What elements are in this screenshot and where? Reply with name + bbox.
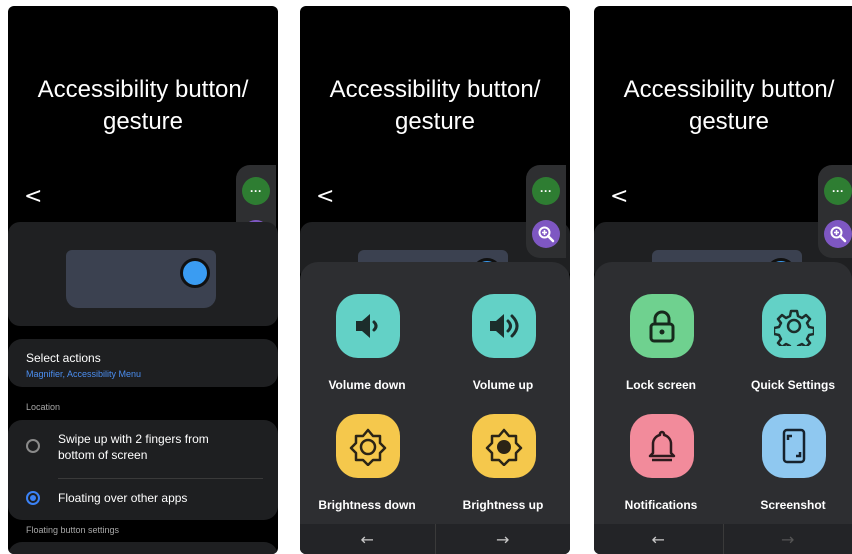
volume-up-icon xyxy=(490,314,519,338)
screenshot-icon xyxy=(782,428,806,464)
lock-icon xyxy=(649,310,675,343)
menu-item-quick-settings[interactable]: Quick Settings xyxy=(728,286,852,396)
select-actions-title: Select actions xyxy=(26,351,101,365)
floating-settings-label: Floating button settings xyxy=(26,525,120,535)
back-icon[interactable]: < xyxy=(610,184,628,209)
menu-item-screenshot[interactable]: Screenshot xyxy=(728,406,852,516)
brightness-up-icon xyxy=(485,428,523,466)
menu-item-volume-up[interactable]: Volume up xyxy=(438,286,568,396)
accessibility-menu-button[interactable]: ··· xyxy=(824,177,852,205)
location-section-label: Location xyxy=(26,402,61,412)
magnifier-icon xyxy=(830,226,847,243)
menu-item-notifications[interactable]: Notifications xyxy=(596,406,726,516)
next-page-button[interactable]: → xyxy=(722,524,852,554)
magnifier-button[interactable] xyxy=(824,220,852,248)
more-dots-icon: ··· xyxy=(832,184,844,198)
option-floating-label[interactable]: Floating over other apps xyxy=(58,490,187,506)
settings-screen: Accessibility button/ gesture < ··· Sele… xyxy=(8,6,278,554)
menu-item-volume-down[interactable]: Volume down xyxy=(302,286,432,396)
floating-button-preview xyxy=(8,222,278,326)
accessibility-menu-button[interactable]: ··· xyxy=(242,177,270,205)
menu-item-lock-screen[interactable]: Lock screen xyxy=(596,286,726,396)
accessibility-menu: Lock screen Quick Settings Notifications… xyxy=(594,262,852,554)
more-dots-icon: ··· xyxy=(540,184,552,198)
floating-accessibility-panel: ··· xyxy=(818,165,852,258)
accessibility-menu: Volume down Volume up Brightness down Br… xyxy=(300,262,570,554)
menu-pagination: ← → xyxy=(300,524,570,554)
option-swipe-label[interactable]: Swipe up with 2 fingers from bottom of s… xyxy=(58,431,238,463)
brightness-down-icon xyxy=(349,428,387,466)
select-actions-value: Magnifier, Accessibility Menu xyxy=(26,369,142,379)
page-title: Accessibility button/ gesture xyxy=(329,76,541,135)
next-page-button[interactable]: → xyxy=(434,524,571,554)
gear-icon xyxy=(774,309,814,346)
accessibility-menu-button[interactable]: ··· xyxy=(532,177,560,205)
prev-page-button[interactable]: ← xyxy=(594,524,723,554)
volume-down-icon xyxy=(356,314,378,338)
back-icon[interactable]: < xyxy=(24,184,42,209)
back-icon[interactable]: < xyxy=(316,184,334,209)
floating-accessibility-panel: ··· xyxy=(526,165,566,258)
accessibility-menu-page-1: Accessibility button/ gesture < ··· Volu… xyxy=(300,6,570,554)
preview-screen xyxy=(66,250,216,308)
divider xyxy=(58,478,263,479)
radio-swipe[interactable] xyxy=(26,439,40,453)
magnifier-button[interactable] xyxy=(532,220,560,248)
bell-icon xyxy=(648,430,676,462)
magnifier-icon xyxy=(538,226,555,243)
page-title: Accessibility button/ gesture xyxy=(37,76,249,135)
more-dots-icon: ··· xyxy=(250,184,262,198)
menu-item-brightness-down[interactable]: Brightness down xyxy=(302,406,432,516)
location-options: Swipe up with 2 fingers from bottom of s… xyxy=(8,420,278,520)
page-title: Accessibility button/ gesture xyxy=(623,76,835,135)
accessibility-menu-page-2: Accessibility button/ gesture < ··· Lock… xyxy=(594,6,852,554)
next-card-edge xyxy=(8,542,278,554)
preview-floating-button xyxy=(180,258,210,288)
menu-pagination: ← → xyxy=(594,524,852,554)
menu-item-brightness-up[interactable]: Brightness up xyxy=(438,406,568,516)
select-actions-item[interactable]: Select actions Magnifier, Accessibility … xyxy=(8,339,278,387)
prev-page-button[interactable]: ← xyxy=(300,524,435,554)
radio-floating[interactable] xyxy=(26,491,40,505)
